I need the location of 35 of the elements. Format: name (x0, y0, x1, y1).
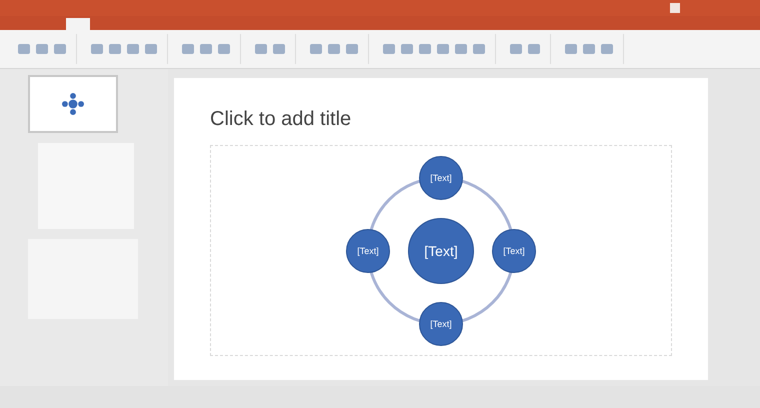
outer-circle[interactable]: [Text] (346, 228, 390, 272)
toolbar-icon[interactable] (255, 44, 267, 54)
toolbar-icon[interactable] (565, 44, 577, 54)
toolbar-icon[interactable] (437, 44, 449, 54)
outer-circle[interactable]: [Text] (419, 156, 463, 200)
outer-circle[interactable]: [Text] (492, 228, 536, 272)
ribbon-tab[interactable] (66, 18, 90, 30)
toolbar-icon[interactable] (510, 44, 522, 54)
toolbar-icon[interactable] (218, 44, 230, 54)
toolbar-icon[interactable] (346, 44, 358, 54)
toolbar-icon[interactable] (109, 44, 121, 54)
toolbar-icon[interactable] (310, 44, 322, 54)
toolbar-icon[interactable] (18, 44, 30, 54)
toolbar-icon[interactable] (473, 44, 485, 54)
toolbar-icon[interactable] (419, 44, 431, 54)
slide-thumbnail[interactable] (28, 75, 118, 133)
toolbar-icon[interactable] (54, 44, 66, 54)
toolbar-icon[interactable] (528, 44, 540, 54)
title-placeholder[interactable]: Click to add title (210, 108, 352, 131)
toolbar-icon[interactable] (91, 44, 103, 54)
toolbar-icon[interactable] (182, 44, 194, 54)
center-circle[interactable]: [Text] (408, 218, 474, 284)
toolbar-icon[interactable] (273, 44, 285, 54)
toolbar-icon[interactable] (36, 44, 48, 54)
toolbar-icon[interactable] (601, 44, 613, 54)
content-placeholder[interactable]: [Text] [Text] [Text] [Text] [Text] (210, 145, 672, 356)
toolbar-icon[interactable] (401, 44, 413, 54)
toolbar-icon[interactable] (127, 44, 139, 54)
outer-circle[interactable]: [Text] (419, 302, 463, 346)
toolbar-icon[interactable] (583, 44, 595, 54)
toolbar-icon[interactable] (455, 44, 467, 54)
toolbar-icon[interactable] (383, 44, 395, 54)
toolbar-icon[interactable] (200, 44, 212, 54)
toolbar-icon[interactable] (328, 44, 340, 54)
toolbar-icon[interactable] (145, 44, 157, 54)
